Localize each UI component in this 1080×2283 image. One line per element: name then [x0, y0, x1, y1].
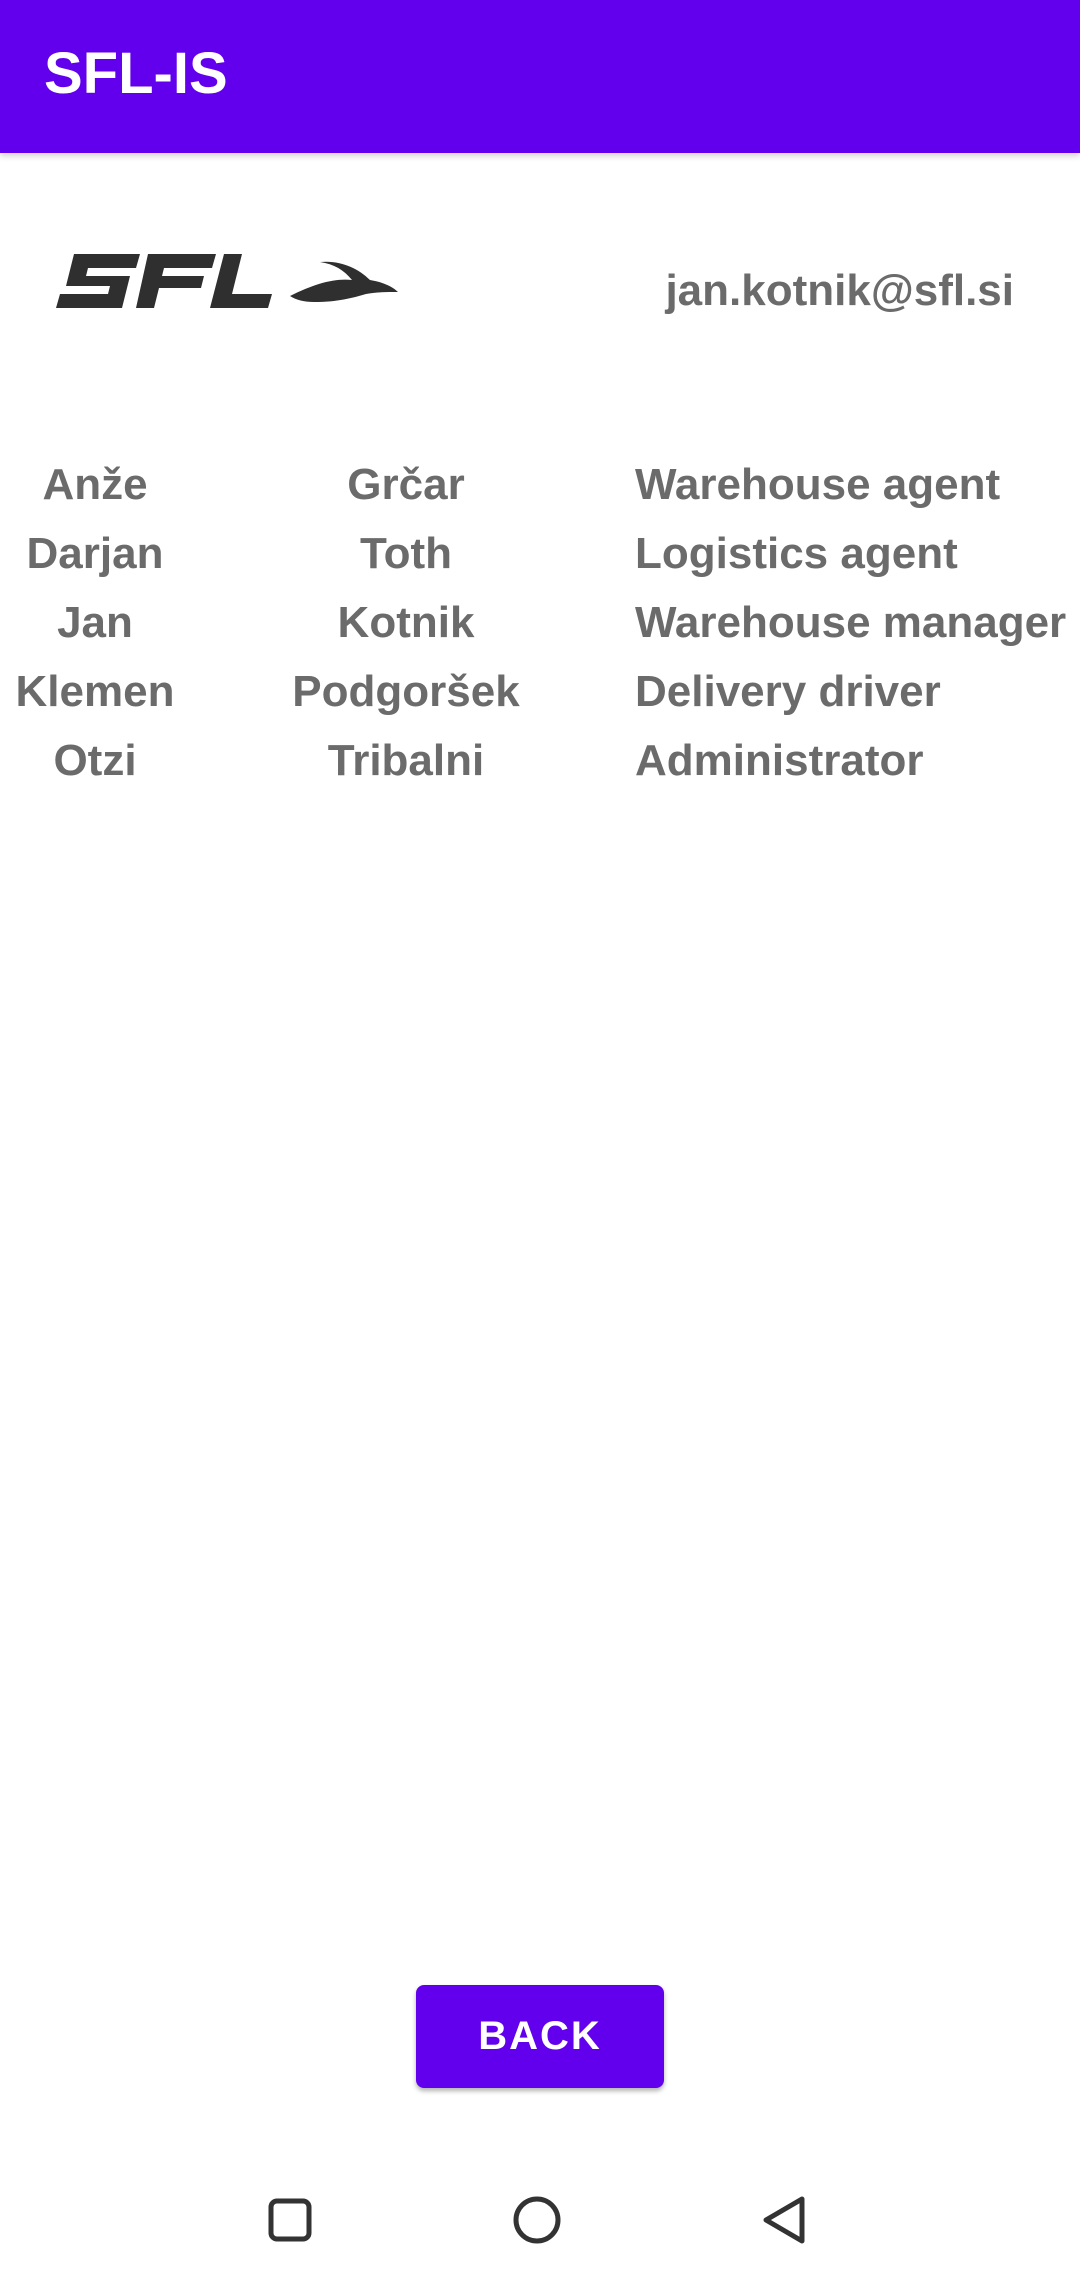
last-name: Tribalni: [327, 736, 485, 785]
role: Warehouse manager: [635, 598, 1067, 647]
system-nav-bar: [0, 2160, 1080, 2283]
last-name: Toth: [359, 529, 453, 578]
triangle-back-icon[interactable]: [745, 2180, 825, 2260]
user-row: Klemen Podgoršek Delivery driver: [0, 662, 1080, 731]
user-row: Otzi Tribalni Administrator: [0, 731, 1080, 800]
user-row: Anže Grčar Warehouse agent: [0, 455, 1080, 524]
app-bar: SFL-IS: [0, 0, 1080, 153]
circle-home-icon[interactable]: [497, 2180, 577, 2260]
role: Logistics agent: [635, 529, 958, 578]
first-name: Jan: [57, 598, 133, 647]
role: Warehouse agent: [635, 460, 1001, 509]
last-name: Podgoršek: [292, 667, 520, 716]
app-title: SFL-IS: [44, 41, 228, 106]
first-name: Otzi: [53, 736, 137, 785]
user-email: jan.kotnik@sfl.si: [665, 266, 1014, 315]
square-recents-icon[interactable]: [250, 2180, 330, 2260]
back-button[interactable]: BACK: [416, 1985, 664, 2088]
role: Administrator: [635, 736, 924, 785]
last-name: Grčar: [347, 460, 465, 509]
last-name: Kotnik: [337, 598, 475, 647]
user-row: Jan Kotnik Warehouse manager: [0, 593, 1080, 662]
users-table: Anže Grčar Warehouse agent Darjan Toth L…: [0, 455, 1080, 800]
role: Delivery driver: [635, 667, 941, 716]
sfl-logo: [52, 250, 402, 330]
first-name: Darjan: [26, 529, 164, 578]
first-name: Anže: [42, 460, 148, 509]
first-name: Klemen: [15, 667, 175, 716]
user-row: Darjan Toth Logistics agent: [0, 524, 1080, 593]
page: SFL-IS jan.kotnik@sfl.si Anže Grčar Ware…: [0, 0, 1080, 2283]
